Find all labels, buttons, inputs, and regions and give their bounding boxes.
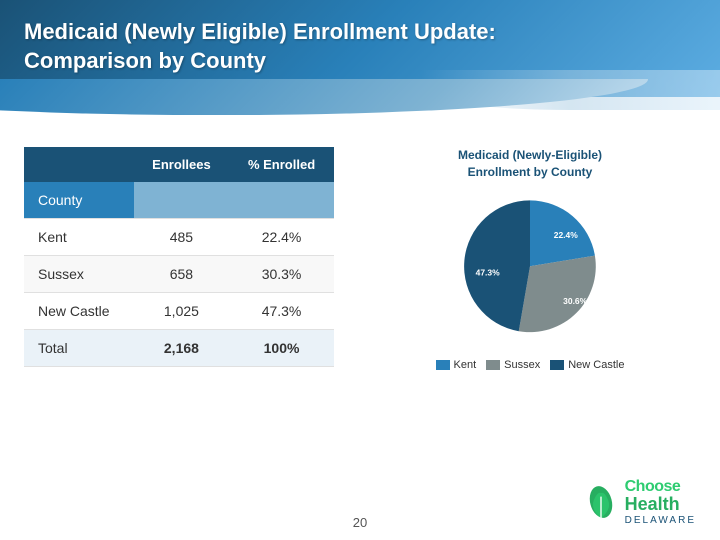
logo-choose: Choose	[625, 478, 696, 496]
legend-item-sussex: Sussex	[486, 359, 540, 371]
chart-section: Medicaid (Newly-Eligible) Enrollment by …	[364, 147, 696, 371]
page-title: Medicaid (Newly Eligible) Enrollment Upd…	[24, 18, 696, 75]
title-line2: Comparison by County	[24, 48, 266, 73]
pie-chart-container: 22.4% 30.6% 47.3%	[430, 191, 630, 351]
table-row-total: Total 2,168 100%	[24, 330, 334, 367]
page-header: Medicaid (Newly Eligible) Enrollment Upd…	[0, 0, 720, 97]
pie-slice-sussex	[519, 255, 596, 332]
legend-item-kent: Kent	[436, 359, 477, 371]
table-row: Sussex 658 30.3%	[24, 256, 334, 293]
row-total-percent: 100%	[229, 330, 334, 367]
chart-title-line2: Enrollment by County	[468, 165, 593, 179]
legend-label-kent: Kent	[454, 359, 477, 371]
row-kent-enrollees: 485	[134, 219, 229, 256]
legend-label-newcastle: New Castle	[568, 359, 624, 371]
row-sussex-name: Sussex	[24, 256, 134, 293]
enrollment-table: Enrollees % Enrolled County Kent 485 22.…	[24, 147, 334, 367]
county-label: County	[24, 182, 134, 219]
logo-delaware: Delaware	[625, 515, 696, 526]
row-sussex-enrollees: 658	[134, 256, 229, 293]
chart-title: Medicaid (Newly-Eligible) Enrollment by …	[458, 147, 602, 181]
pie-slice-newcastle	[464, 200, 530, 331]
pie-label-kent: 22.4%	[554, 230, 578, 240]
row-total-name: Total	[24, 330, 134, 367]
logo-area: Choose Health Delaware	[583, 478, 696, 526]
table-row: Kent 485 22.4%	[24, 219, 334, 256]
logo-leaf-icon	[583, 484, 619, 520]
legend-color-kent	[436, 360, 450, 370]
row-sussex-percent: 30.3%	[229, 256, 334, 293]
legend-item-newcastle: New Castle	[550, 359, 624, 371]
legend-color-sussex	[486, 360, 500, 370]
row-kent-percent: 22.4%	[229, 219, 334, 256]
col-enrollees-header: Enrollees	[134, 147, 229, 182]
pie-chart-svg: 22.4% 30.6% 47.3%	[430, 191, 630, 351]
row-newcastle-name: New Castle	[24, 293, 134, 330]
chart-title-line1: Medicaid (Newly-Eligible)	[458, 148, 602, 162]
main-content: Enrollees % Enrolled County Kent 485 22.…	[0, 97, 720, 391]
row-newcastle-percent: 47.3%	[229, 293, 334, 330]
legend-label-sussex: Sussex	[504, 359, 540, 371]
logo-text: Choose Health Delaware	[625, 478, 696, 526]
row-total-enrollees: 2,168	[134, 330, 229, 367]
row-kent-name: Kent	[24, 219, 134, 256]
table-section: Enrollees % Enrolled County Kent 485 22.…	[24, 147, 334, 371]
legend-color-newcastle	[550, 360, 564, 370]
page-number: 20	[353, 515, 367, 530]
county-enrollees-cell	[134, 182, 229, 219]
col-percent-header: % Enrolled	[229, 147, 334, 182]
title-line1: Medicaid (Newly Eligible) Enrollment Upd…	[24, 19, 496, 44]
table-header-row: Enrollees % Enrolled	[24, 147, 334, 182]
row-newcastle-enrollees: 1,025	[134, 293, 229, 330]
county-header-row: County	[24, 182, 334, 219]
table-row: New Castle 1,025 47.3%	[24, 293, 334, 330]
logo-health: Health	[625, 495, 696, 515]
chart-legend: Kent Sussex New Castle	[436, 359, 625, 371]
county-percent-cell	[229, 182, 334, 219]
pie-label-sussex: 30.6%	[563, 296, 587, 306]
pie-label-newcastle: 47.3%	[476, 267, 500, 277]
col-empty-header	[24, 147, 134, 182]
